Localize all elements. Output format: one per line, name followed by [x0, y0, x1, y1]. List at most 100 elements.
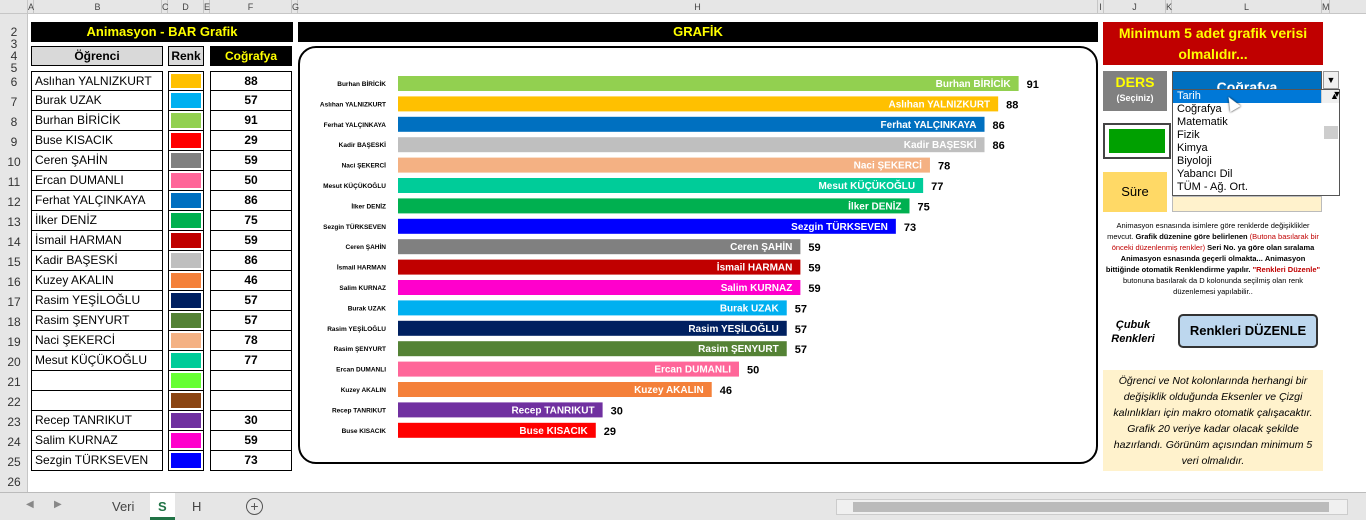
color-cell[interactable] — [168, 211, 204, 231]
score-cell[interactable] — [210, 391, 292, 411]
score-cell[interactable]: 78 — [210, 331, 292, 351]
row-header-cell[interactable]: 7 — [0, 92, 28, 112]
dropdown-option[interactable]: Tarih — [1173, 90, 1321, 103]
student-name-cell[interactable]: Sezgin TÜRKSEVEN — [31, 451, 163, 471]
nav-next-icon[interactable]: ▶ — [54, 499, 62, 510]
column-header-cell[interactable]: F — [210, 0, 292, 14]
column-header-cell[interactable]: M — [1322, 0, 1330, 14]
color-swatch[interactable] — [171, 193, 201, 208]
student-name-cell[interactable]: Rasim ŞENYURT — [31, 311, 163, 331]
color-swatch[interactable] — [171, 273, 201, 288]
row-header-cell[interactable]: 10 — [0, 152, 28, 172]
color-swatch[interactable] — [171, 293, 201, 308]
color-cell[interactable] — [168, 91, 204, 111]
student-name-cell[interactable]: Aslıhan YALNIZKURT — [31, 71, 163, 91]
color-swatch[interactable] — [171, 393, 201, 408]
student-name-cell[interactable]: Naci ŞEKERCİ — [31, 331, 163, 351]
student-name-cell[interactable]: Ceren ŞAHİN — [31, 151, 163, 171]
row-header-cell[interactable]: 22 — [0, 392, 28, 412]
dropdown-option[interactable]: Yabancı Dil — [1173, 168, 1321, 181]
color-swatch[interactable] — [171, 433, 201, 448]
color-cell[interactable] — [168, 351, 204, 371]
color-cell[interactable] — [168, 371, 204, 391]
student-name-cell[interactable] — [31, 391, 163, 411]
score-cell[interactable]: 77 — [210, 351, 292, 371]
score-cell[interactable]: 59 — [210, 231, 292, 251]
color-cell[interactable] — [168, 391, 204, 411]
color-cell[interactable] — [168, 291, 204, 311]
score-cell[interactable]: 50 — [210, 171, 292, 191]
color-cell[interactable] — [168, 111, 204, 131]
color-swatch[interactable] — [171, 93, 201, 108]
score-cell[interactable]: 30 — [210, 411, 292, 431]
student-name-cell[interactable]: Ercan DUMANLI — [31, 171, 163, 191]
student-name-cell[interactable]: Kuzey AKALIN — [31, 271, 163, 291]
score-cell[interactable]: 57 — [210, 91, 292, 111]
column-header-cell[interactable]: L — [1172, 0, 1322, 14]
score-cell[interactable]: 73 — [210, 451, 292, 471]
tab-s[interactable]: S — [150, 493, 175, 520]
row-header-cell[interactable]: 21 — [0, 372, 28, 392]
row-header-cell[interactable]: 20 — [0, 352, 28, 372]
nav-prev-icon[interactable]: ◀ — [26, 499, 34, 510]
scroll-thumb[interactable] — [1324, 126, 1338, 139]
color-cell[interactable] — [168, 431, 204, 451]
color-cell[interactable] — [168, 151, 204, 171]
color-cell[interactable] — [168, 71, 204, 91]
score-cell[interactable]: 29 — [210, 131, 292, 151]
color-cell[interactable] — [168, 171, 204, 191]
color-cell[interactable] — [168, 191, 204, 211]
color-swatch[interactable] — [171, 74, 201, 88]
color-swatch[interactable] — [171, 213, 201, 228]
scroll-down-icon[interactable]: ▼ — [1326, 88, 1344, 101]
score-cell[interactable]: 46 — [210, 271, 292, 291]
color-cell[interactable] — [168, 331, 204, 351]
ders-select[interactable]: Coğrafya — [1172, 71, 1322, 91]
score-cell[interactable]: 86 — [210, 191, 292, 211]
row-header-cell[interactable]: 25 — [0, 452, 28, 472]
dropdown-option[interactable]: Coğrafya — [1173, 103, 1321, 116]
row-header-cell[interactable]: 24 — [0, 432, 28, 452]
column-header-cell[interactable] — [0, 0, 28, 14]
color-cell[interactable] — [168, 251, 204, 271]
dropdown-option[interactable]: Matematik — [1173, 116, 1321, 129]
row-header-cell[interactable]: 23 — [0, 412, 28, 432]
color-swatch[interactable] — [171, 133, 201, 148]
student-name-cell[interactable]: Recep TANRIKUT — [31, 411, 163, 431]
student-name-cell[interactable]: Buse KISACIK — [31, 131, 163, 151]
color-cell[interactable] — [168, 271, 204, 291]
ders-dropdown-list[interactable]: Tarih Coğrafya Matematik Fizik Kimya Biyoloji… — [1172, 89, 1341, 196]
column-header-cell[interactable]: H — [298, 0, 1098, 14]
row-header-cell[interactable]: 6 — [0, 72, 28, 92]
row-header-cell[interactable]: 15 — [0, 252, 28, 272]
student-name-cell[interactable]: İlker DENİZ — [31, 211, 163, 231]
row-header-cell[interactable]: 19 — [0, 332, 28, 352]
color-cell[interactable] — [168, 311, 204, 331]
student-name-cell[interactable]: Kadir BAŞESKİ — [31, 251, 163, 271]
score-cell[interactable] — [210, 371, 292, 391]
student-name-cell[interactable]: İsmail HARMAN — [31, 231, 163, 251]
row-header-cell[interactable]: 18 — [0, 312, 28, 332]
dropdown-option[interactable]: Biyoloji — [1173, 155, 1321, 168]
dropdown-arrow-button[interactable]: ▼ — [1323, 71, 1339, 89]
row-header-cell[interactable]: 8 — [0, 112, 28, 132]
student-name-cell[interactable] — [31, 371, 163, 391]
color-cell[interactable] — [168, 231, 204, 251]
color-swatch[interactable] — [171, 113, 201, 128]
tab-h[interactable]: H — [184, 493, 209, 520]
h-scroll-thumb[interactable] — [853, 502, 1329, 512]
score-cell[interactable]: 59 — [210, 151, 292, 171]
color-cell[interactable] — [168, 131, 204, 151]
dropdown-scrollbar[interactable]: ▲ ▼ — [1321, 89, 1341, 139]
row-header-cell[interactable]: 14 — [0, 232, 28, 252]
color-swatch[interactable] — [171, 233, 201, 248]
score-cell[interactable]: 57 — [210, 291, 292, 311]
color-swatch[interactable] — [171, 153, 201, 168]
score-cell[interactable]: 57 — [210, 311, 292, 331]
add-sheet-icon[interactable]: + — [246, 498, 263, 515]
row-header-cell[interactable]: 17 — [0, 292, 28, 312]
horizontal-scrollbar[interactable] — [836, 499, 1348, 515]
color-swatch[interactable] — [171, 313, 201, 328]
dropdown-option[interactable]: Kimya — [1173, 142, 1321, 155]
column-header-cell[interactable]: B — [34, 0, 162, 14]
